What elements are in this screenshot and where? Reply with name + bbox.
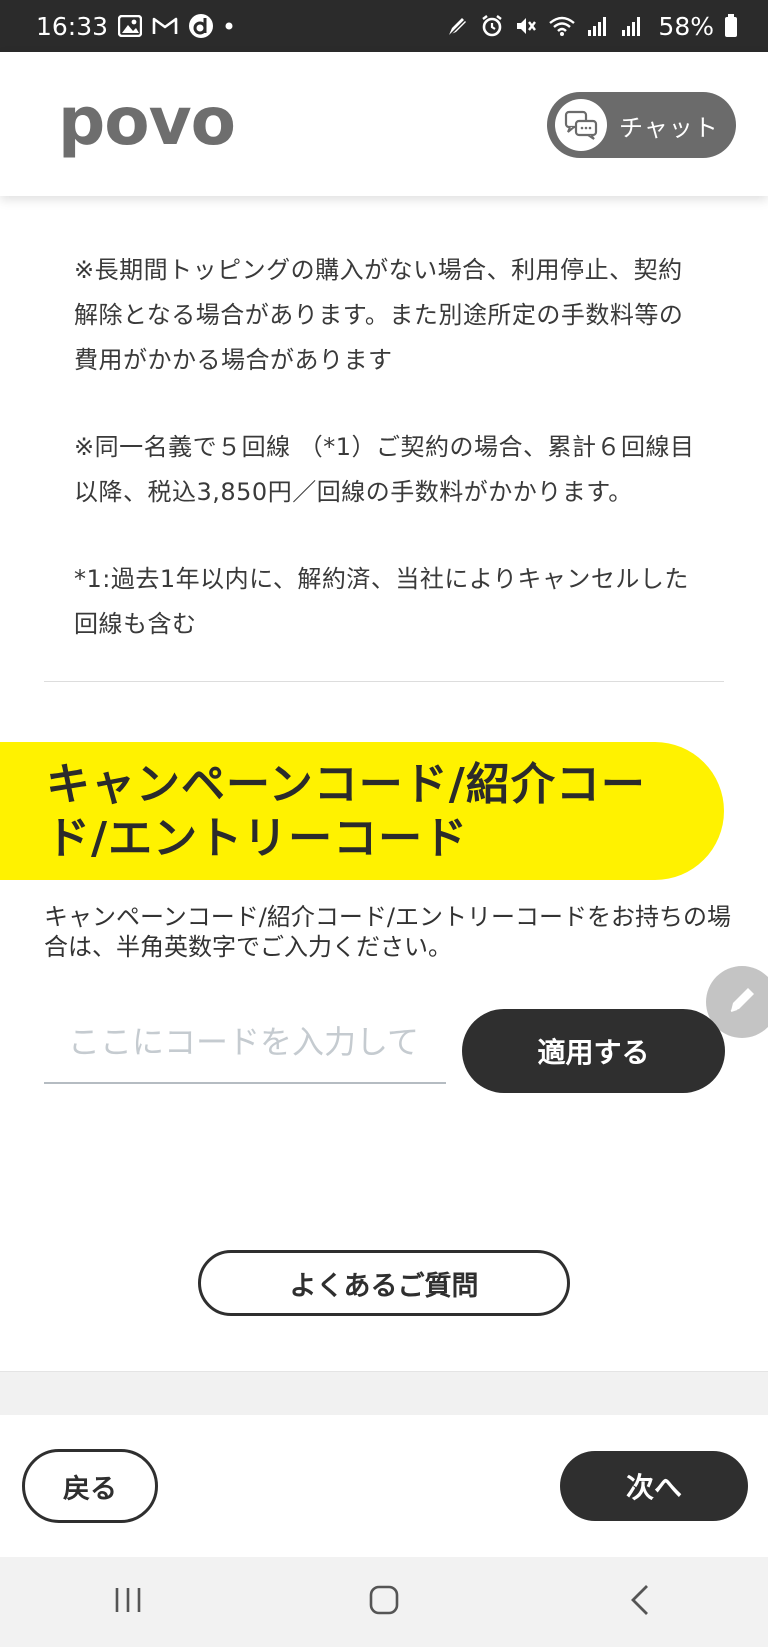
main-content: ※長期間トッピングの購入がない場合、利用停止、契約解除となる場合があります。また… [0, 196, 768, 1411]
wifi-icon [548, 15, 576, 37]
mute-icon [514, 14, 538, 38]
next-button[interactable]: 次へ [560, 1451, 748, 1521]
note-text: ※長期間トッピングの購入がない場合、利用停止、契約解除となる場合があります。また… [74, 256, 684, 374]
signal-icon [586, 15, 610, 37]
alarm-icon [480, 14, 504, 38]
code-input[interactable] [44, 1002, 446, 1084]
battery-icon [724, 14, 738, 38]
home-icon [368, 1584, 400, 1620]
system-nav-bar [0, 1557, 768, 1647]
chat-bubble-icon [555, 99, 607, 151]
recent-apps-button[interactable] [68, 1572, 188, 1632]
faq-button[interactable]: よくあるご質問 [198, 1250, 570, 1316]
image-icon [118, 15, 143, 37]
home-button[interactable] [324, 1572, 444, 1632]
status-time: 16:33 [36, 11, 109, 41]
notes-section: ※長期間トッピングの購入がない場合、利用停止、契約解除となる場合があります。また… [74, 248, 704, 689]
back-button[interactable]: 戻る [22, 1449, 158, 1523]
pen-icon [446, 14, 470, 38]
recent-apps-icon [111, 1585, 145, 1619]
divider [44, 681, 724, 682]
note-text: ※同一名義で５回線 （*1）ご契約の場合、累計６回線目以降、税込3,850円／回… [74, 433, 695, 506]
campaign-description: キャンペーンコード/紹介コード/エントリーコードをお持ちの場合は、半角英数字でご… [44, 903, 731, 961]
app-header: povo チャット [0, 52, 768, 196]
pencil-icon [724, 982, 760, 1022]
battery-percent: 58% [658, 11, 714, 41]
note-text: *1:過去1年以内に、解約済、当社によりキャンセルした回線も含む [74, 565, 689, 638]
status-bar: 16:33 58% [0, 0, 768, 52]
campaign-banner: キャンペーンコード/紹介コード/エントリーコード [0, 742, 724, 880]
footer-actions: 戻る 次へ [0, 1415, 768, 1557]
povo-logo[interactable]: povo [58, 89, 236, 155]
back-chevron-icon [628, 1583, 652, 1621]
nav-back-button[interactable] [580, 1572, 700, 1632]
signal-icon [620, 15, 644, 37]
d-app-icon [188, 13, 214, 39]
chat-label: チャット [619, 113, 719, 142]
gmail-icon [152, 16, 178, 36]
campaign-title: キャンペーンコード/紹介コード/エントリーコード [46, 759, 646, 864]
section-separator [0, 1371, 768, 1416]
chat-button[interactable]: チャット [547, 92, 736, 158]
apply-button[interactable]: 適用する [462, 1009, 725, 1093]
dot-icon [224, 21, 234, 31]
